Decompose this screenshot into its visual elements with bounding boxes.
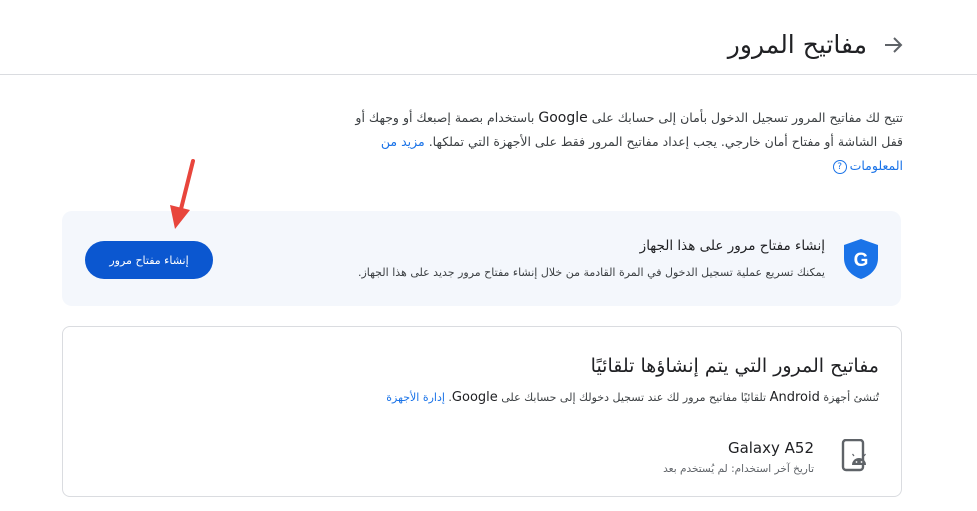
auto-passkeys-title: مفاتيح المرور التي يتم إنشاؤها تلقائيًا bbox=[590, 355, 879, 377]
android-phone-icon bbox=[841, 439, 866, 472]
auto-desc-part2: تلقائيًا مفاتيح مرور لك عند تسجيل دخولك … bbox=[497, 391, 770, 404]
help-icon[interactable]: ? bbox=[832, 159, 847, 174]
intro-text: تتيح لك مفاتيح المرور تسجيل الدخول بأمان… bbox=[353, 106, 903, 178]
auto-passkeys-description: تُنشئ أجهزة Android تلقائيًا مفاتيح مرور… bbox=[386, 390, 879, 405]
page-header: مفاتيح المرور bbox=[0, 0, 977, 75]
device-last-used: تاريخ آخر استخدام: لم يُستخدم بعد bbox=[663, 463, 814, 475]
auto-desc-part3: . bbox=[444, 391, 452, 404]
intro-brand: Google bbox=[538, 110, 588, 126]
device-name: Galaxy A52 bbox=[727, 439, 814, 457]
red-annotation-arrow bbox=[170, 159, 195, 229]
auto-desc-brand-android: Android bbox=[769, 390, 820, 405]
shield-letter: G bbox=[854, 250, 869, 271]
arrow-back-icon[interactable] bbox=[881, 33, 905, 57]
create-passkey-button[interactable]: إنشاء مفتاح مرور bbox=[85, 241, 213, 279]
create-passkey-description: يمكنك تسريع عملية تسجيل الدخول في المرة … bbox=[357, 266, 825, 279]
google-shield-icon: G bbox=[844, 239, 878, 279]
auto-desc-brand-google: Google bbox=[451, 390, 498, 405]
manage-devices-link[interactable]: إدارة الأجهزة bbox=[386, 391, 445, 404]
intro-text-part1: تتيح لك مفاتيح المرور تسجيل الدخول بأمان… bbox=[587, 110, 903, 125]
auto-desc-part1: تُنشئ أجهزة bbox=[819, 391, 879, 404]
auto-passkeys-card: مفاتيح المرور التي يتم إنشاؤها تلقائيًا … bbox=[62, 326, 902, 497]
page-title: مفاتيح المرور bbox=[727, 30, 867, 59]
create-passkey-title: إنشاء مفتاح مرور على هذا الجهاز bbox=[639, 238, 825, 254]
